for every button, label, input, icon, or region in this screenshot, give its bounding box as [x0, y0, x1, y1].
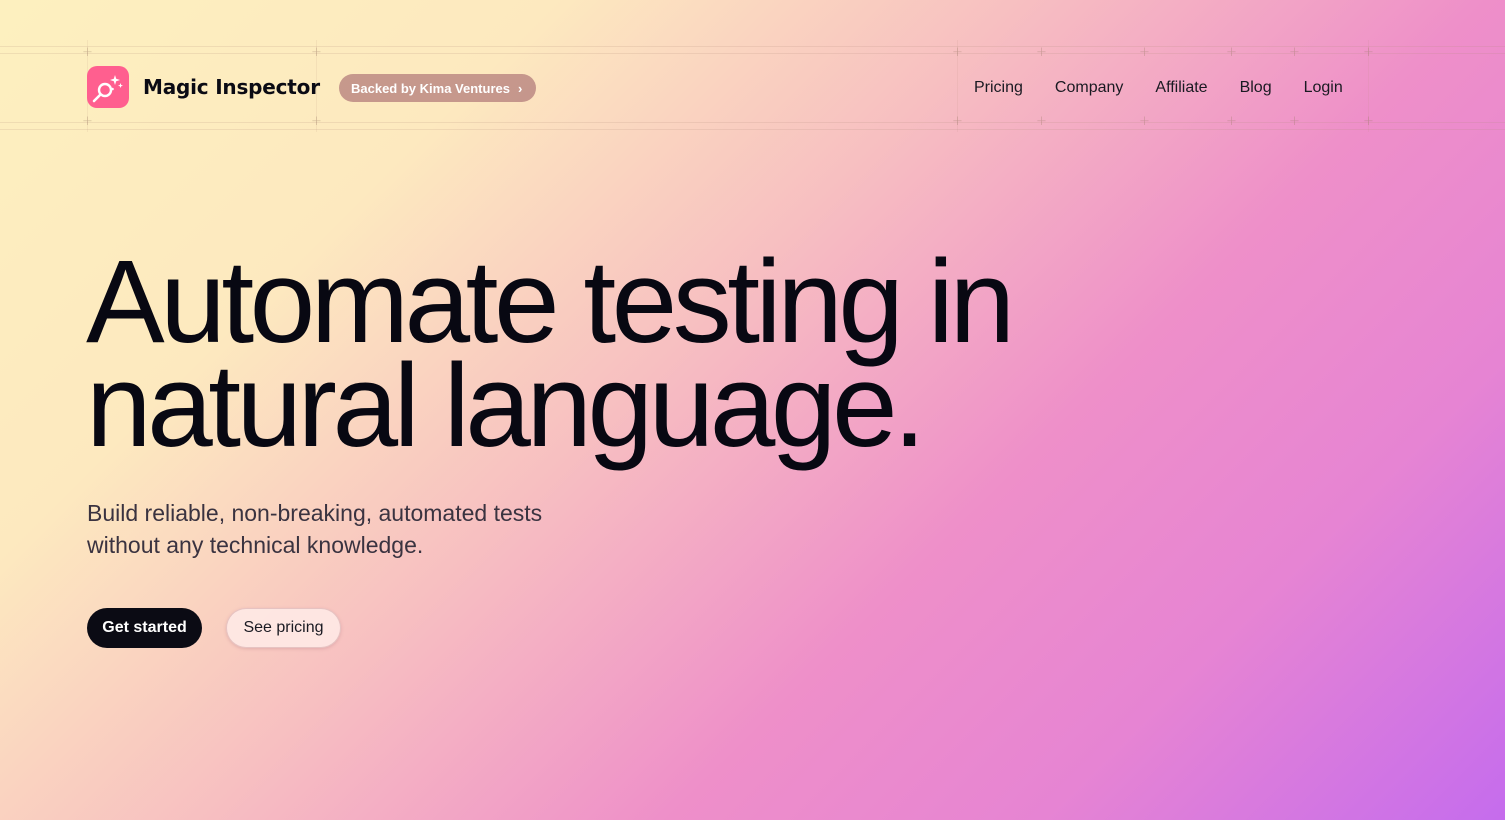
hero-title: Automate testing in natural language. [86, 236, 1015, 472]
magnifier-sparkles-icon [87, 66, 129, 108]
nav-item-pricing[interactable]: Pricing [974, 78, 1023, 98]
hero-subtitle-line: Build reliable, non-breaking, automated … [87, 500, 543, 526]
main-nav: Pricing Company Affiliate Blog Login [974, 78, 1375, 98]
hero-subtitle-line: without any technical knowledge. [87, 532, 424, 558]
hero-title-line: natural language. [86, 340, 926, 472]
chevron-right-icon: › [517, 80, 523, 96]
nav-item-company[interactable]: Company [1055, 78, 1123, 98]
hero-title-line: Automate testing in [86, 236, 1015, 368]
nav-item-login[interactable]: Login [1304, 78, 1343, 98]
backed-by-badge[interactable]: Backed by Kima Ventures › [339, 74, 537, 102]
backed-by-label: Backed by Kima Ventures [351, 80, 510, 96]
hero-subtitle: Build reliable, non-breaking, automated … [87, 497, 607, 561]
get-started-button[interactable]: Get started [87, 608, 202, 648]
site-header: Magic Inspector Backed by Kima Ventures … [0, 0, 1505, 130]
see-pricing-button[interactable]: See pricing [226, 608, 341, 648]
nav-item-affiliate[interactable]: Affiliate [1155, 78, 1207, 98]
brand-name: Magic Inspector [143, 75, 320, 99]
nav-item-blog[interactable]: Blog [1240, 78, 1272, 98]
brand-home-link[interactable]: Magic Inspector [87, 66, 320, 108]
